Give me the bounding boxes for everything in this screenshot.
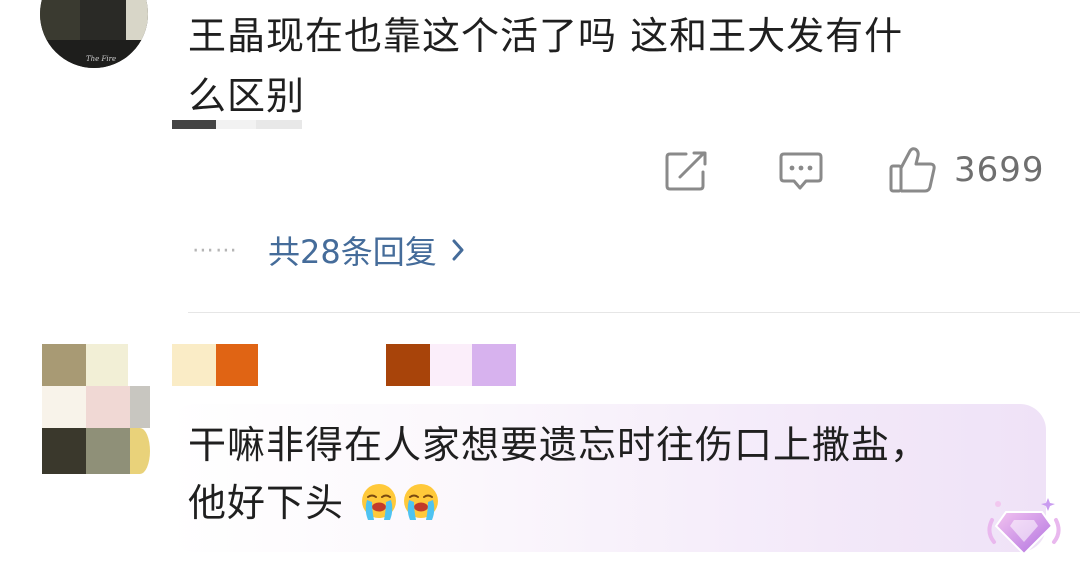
dots-decoration: ⋯⋯ [192, 237, 238, 263]
avatar[interactable]: The Fire [40, 0, 148, 68]
thumbs-up-icon [889, 147, 936, 193]
comment-button[interactable] [778, 150, 824, 192]
comment-text: 干嘛非得在人家想要遗忘时往伤口上撒盐， 他好下头 [188, 423, 930, 525]
avatar[interactable] [42, 386, 150, 474]
like-button[interactable]: 3699 [888, 146, 1045, 194]
like-count: 3699 [954, 150, 1045, 190]
username-redacted [172, 120, 302, 129]
view-replies-link[interactable]: 共28条回复 [268, 227, 465, 273]
avatar-caption: The Fire [86, 55, 117, 63]
share-button[interactable] [664, 150, 710, 192]
username-redacted [42, 344, 522, 386]
crying-laughing-face-icon [362, 484, 397, 520]
replies-row[interactable]: ⋯⋯ 共28条回复 [192, 226, 465, 274]
chevron-right-icon [452, 239, 464, 261]
crying-laughing-face-icon [404, 484, 439, 520]
share-square-icon [665, 151, 707, 191]
comment-text: 王晶现在也靠这个活了吗 这和王大发有什 么区别 [188, 14, 904, 118]
comment-bubble-icon [779, 152, 823, 190]
replies-label: 共28条回复 [268, 233, 437, 271]
gem-badge-icon [987, 498, 1061, 556]
divider [188, 312, 1080, 313]
